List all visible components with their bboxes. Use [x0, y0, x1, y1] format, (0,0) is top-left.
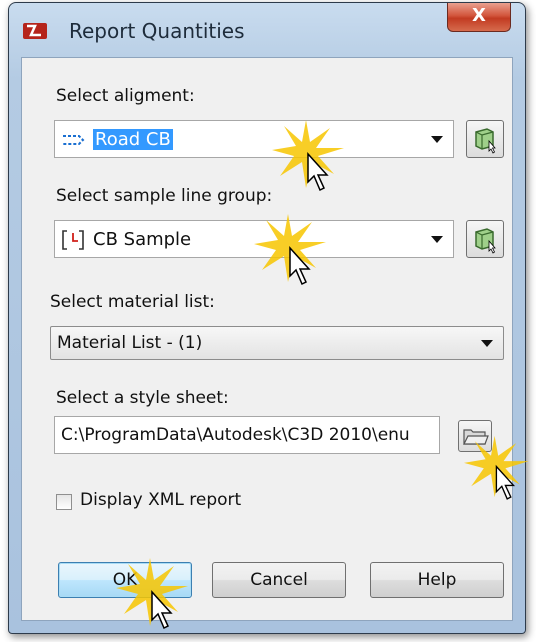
display-xml-checkbox[interactable]: [56, 494, 72, 510]
material-list-value: Material List - (1): [57, 333, 203, 353]
click-cursor-icon: [464, 435, 529, 500]
alignment-label: Select aligment:: [56, 86, 195, 106]
display-xml-label: Display XML report: [80, 490, 242, 510]
dialog-title: Report Quantities: [69, 19, 245, 43]
civil3d-app-icon: [23, 23, 47, 39]
sample-line-group-label: Select sample line group:: [56, 186, 273, 206]
click-cursor-icon: [272, 120, 344, 192]
material-list-label: Select material list:: [50, 292, 215, 312]
pick-from-drawing-icon: [475, 128, 496, 154]
help-button[interactable]: Help: [370, 562, 504, 598]
alignment-dropdown[interactable]: Road CB: [54, 120, 454, 158]
click-cursor-icon: [254, 214, 326, 286]
close-button[interactable]: X: [447, 3, 511, 32]
sample-line-group-value: CB Sample: [93, 229, 192, 250]
pick-sample-line-group-button[interactable]: [466, 220, 504, 258]
chevron-down-icon: [481, 340, 493, 347]
report-quantities-dialog: Report Quantities X Select aligment: Roa…: [8, 2, 526, 634]
sample-line-group-icon: [62, 230, 84, 250]
chevron-down-icon: [431, 136, 443, 143]
pick-alignment-button[interactable]: [466, 120, 504, 158]
title-bar: Report Quantities X: [9, 3, 525, 57]
alignment-value: Road CB: [93, 129, 173, 150]
chevron-down-icon: [431, 236, 443, 243]
style-sheet-label: Select a style sheet:: [56, 388, 229, 408]
material-list-dropdown[interactable]: Material List - (1): [50, 326, 504, 360]
cancel-button[interactable]: Cancel: [212, 562, 346, 598]
pick-from-drawing-icon: [475, 228, 496, 254]
click-cursor-icon: [116, 558, 188, 630]
style-sheet-path-input[interactable]: [54, 416, 440, 454]
alignment-icon: [63, 135, 85, 145]
dialog-body: Select aligment: Road CB Select sample l…: [21, 57, 513, 621]
